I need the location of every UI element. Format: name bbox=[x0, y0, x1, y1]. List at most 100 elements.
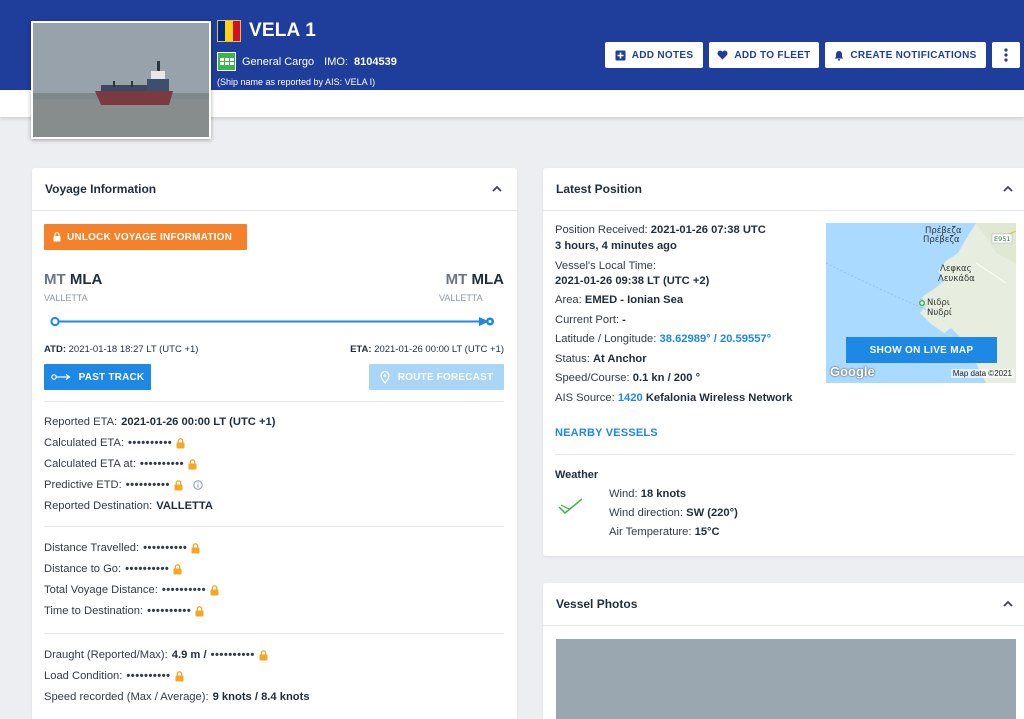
wind-direction-row: Wind direction: SW (220°) bbox=[609, 507, 738, 519]
voyage-information-card: Voyage Information UNLOCK VOYAGE INFORMA… bbox=[32, 168, 517, 719]
unlock-voyage-label: UNLOCK VOYAGE INFORMATION bbox=[67, 231, 233, 243]
distance-to-go-masked: •••••••••• bbox=[125, 563, 170, 575]
arrival-port-name: VALLETTA bbox=[439, 293, 483, 303]
latest-position-header[interactable]: Latest Position bbox=[543, 168, 1024, 211]
map-pin-icon bbox=[380, 370, 390, 384]
distance-travelled-masked: •••••••••• bbox=[143, 542, 188, 554]
wind-direction-label: Wind direction: bbox=[609, 507, 683, 519]
kebab-menu-icon bbox=[1004, 48, 1008, 62]
position-map[interactable]: Πρέβεζα Πρέβεζα E951 Λεφκας Λευκάδα Νιδρ… bbox=[826, 223, 1016, 383]
atd-row: ATD: 2021-01-18 18:27 LT (UTC +1) bbox=[44, 344, 198, 355]
wind-row: Wind: 18 knots bbox=[609, 488, 686, 500]
status-label: Status: bbox=[555, 353, 590, 365]
current-port-label: Current Port: bbox=[555, 314, 620, 326]
calculated-eta-label: Calculated ETA: bbox=[44, 437, 125, 449]
past-track-button[interactable]: PAST TRACK bbox=[44, 364, 151, 390]
distance-travelled-row: Distance Travelled: •••••••••• bbox=[44, 542, 200, 554]
current-port-row: Current Port: - bbox=[555, 314, 626, 326]
ais-source-name: Kefalonia Wireless Network bbox=[645, 392, 793, 404]
chevron-up-icon[interactable] bbox=[1002, 598, 1014, 610]
lock-icon[interactable] bbox=[174, 479, 183, 491]
add-to-fleet-button[interactable]: ADD TO FLEET bbox=[709, 42, 819, 68]
departure-port-code: MLA bbox=[69, 271, 103, 288]
more-options-button[interactable] bbox=[992, 42, 1020, 68]
weather-title: Weather bbox=[555, 469, 599, 481]
lock-icon[interactable] bbox=[173, 563, 182, 575]
chevron-up-icon[interactable] bbox=[1002, 183, 1014, 195]
create-notifications-label: CREATE NOTIFICATIONS bbox=[850, 49, 977, 61]
chevron-up-icon[interactable] bbox=[491, 183, 503, 195]
latest-position-title: Latest Position bbox=[556, 182, 643, 196]
air-temperature-row: Air Temperature: 15°C bbox=[609, 526, 720, 538]
local-time-label: Vessel's Local Time: bbox=[555, 260, 657, 272]
distance-travelled-label: Distance Travelled: bbox=[44, 542, 140, 554]
status-value: At Anchor bbox=[592, 353, 647, 365]
map-place-nidri: Νιδρι bbox=[927, 298, 950, 308]
arrival-port-code: MLA bbox=[471, 271, 505, 288]
heart-icon bbox=[717, 50, 728, 60]
note-plus-icon bbox=[615, 50, 626, 60]
time-to-destination-masked: •••••••••• bbox=[147, 605, 192, 617]
arrival-port[interactable]: MT MLA bbox=[446, 271, 504, 288]
vessel-thumbnail[interactable] bbox=[31, 21, 211, 139]
ship-title: VELA 1 bbox=[217, 20, 316, 42]
speed-recorded-row: Speed recorded (Max / Average): 9 knots … bbox=[44, 691, 310, 703]
latlon-value[interactable]: 38.62989° / 20.59557° bbox=[660, 333, 772, 345]
voyage-card-header[interactable]: Voyage Information bbox=[32, 168, 517, 211]
show-on-live-map-button[interactable]: SHOW ON LIVE MAP bbox=[846, 337, 997, 363]
lock-icon[interactable] bbox=[176, 437, 185, 449]
route-forecast-button[interactable]: ROUTE FORECAST bbox=[369, 364, 504, 390]
voyage-progress-line bbox=[50, 316, 494, 327]
romania-flag-icon bbox=[217, 20, 241, 42]
local-time-value: 2021-01-26 09:38 LT (UTC +2) bbox=[555, 275, 710, 287]
lock-icon[interactable] bbox=[259, 649, 268, 661]
speed-course-row: Speed/Course: 0.1 kn / 200 ° bbox=[555, 372, 700, 384]
lock-icon[interactable] bbox=[175, 670, 184, 682]
position-received-row: Position Received: 2021-01-26 07:38 UTC bbox=[555, 224, 766, 236]
local-time-row: 2021-01-26 09:38 LT (UTC +2) bbox=[555, 275, 709, 287]
lock-icon[interactable] bbox=[195, 605, 204, 617]
reported-eta-row: Reported ETA: 2021-01-26 00:00 LT (UTC +… bbox=[44, 416, 275, 428]
air-temperature-value: 15°C bbox=[694, 526, 720, 538]
lock-icon[interactable] bbox=[191, 542, 200, 554]
load-condition-masked: •••••••••• bbox=[126, 670, 171, 682]
reported-destination-label: Reported Destination: bbox=[44, 500, 153, 512]
predictive-etd-label: Predictive ETD: bbox=[44, 479, 122, 491]
total-voyage-distance-masked: •••••••••• bbox=[161, 584, 206, 596]
lock-icon[interactable] bbox=[210, 584, 219, 596]
calculated-eta-at-masked: •••••••••• bbox=[139, 458, 184, 470]
imo-label: IMO: bbox=[324, 55, 348, 68]
calculated-eta-masked: •••••••••• bbox=[128, 437, 173, 449]
status-row: Status: At Anchor bbox=[555, 353, 647, 365]
divider bbox=[555, 454, 1015, 455]
create-notifications-button[interactable]: CREATE NOTIFICATIONS bbox=[825, 42, 986, 68]
wind-direction-value: SW (220°) bbox=[686, 507, 738, 519]
vessel-photos-card: Vessel Photos bbox=[543, 583, 1024, 719]
map-place-lefkas: Λεφκας bbox=[940, 264, 972, 274]
position-age-value: 3 hours, 4 minutes ago bbox=[555, 240, 677, 252]
lock-icon[interactable] bbox=[188, 458, 197, 470]
calculated-eta-at-label: Calculated ETA at: bbox=[44, 458, 136, 470]
departure-country-code: MT bbox=[44, 271, 66, 288]
lock-icon bbox=[53, 232, 61, 242]
total-voyage-distance-row: Total Voyage Distance: •••••••••• bbox=[44, 584, 219, 596]
reported-eta-label: Reported ETA: bbox=[44, 416, 118, 428]
vessel-photo[interactable] bbox=[556, 639, 1016, 719]
ais-source-label: AIS Source: bbox=[555, 392, 615, 404]
add-notes-button[interactable]: ADD NOTES bbox=[605, 42, 703, 68]
wind-value: 18 knots bbox=[640, 488, 687, 500]
route-forecast-label: ROUTE FORECAST bbox=[397, 371, 494, 383]
vessel-photos-header[interactable]: Vessel Photos bbox=[543, 583, 1024, 626]
ship-name: VELA 1 bbox=[249, 20, 317, 41]
map-data-attribution: Map data ©2021 bbox=[950, 369, 1014, 378]
arrival-country-code: MT bbox=[445, 271, 468, 288]
draught-max-masked: •••••••••• bbox=[210, 649, 255, 661]
departure-port[interactable]: MT MLA bbox=[44, 271, 102, 288]
info-icon[interactable] bbox=[193, 480, 203, 490]
divider bbox=[44, 633, 504, 634]
divider bbox=[44, 401, 504, 402]
ais-source-id[interactable]: 1420 bbox=[618, 392, 643, 404]
imo-value: 8104539 bbox=[354, 55, 397, 68]
nearby-vessels-link[interactable]: NEARBY VESSELS bbox=[555, 427, 658, 439]
unlock-voyage-button[interactable]: UNLOCK VOYAGE INFORMATION bbox=[44, 224, 247, 250]
